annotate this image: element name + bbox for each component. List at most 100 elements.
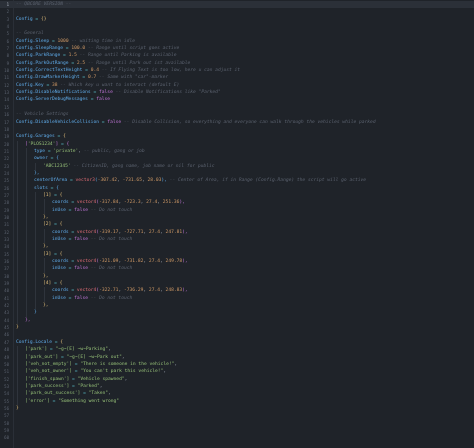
code-line[interactable]: 11 Config.DrawMarkerHeight = 0.7 -- Same … <box>0 74 474 81</box>
code-line[interactable]: 19 Config.Garages = { <box>0 133 474 140</box>
code-line[interactable]: 58 <box>0 420 474 427</box>
code-line[interactable]: 46 <box>0 331 474 338</box>
line-text: 'ABC12345' -- CitizenID, gang name, job … <box>43 163 215 170</box>
code-token: ['park_out'] <box>25 354 59 360</box>
code-line[interactable]: 36 coords = vector4(-321.09, -731.82, 27.… <box>0 258 474 266</box>
code-token: -307.42 <box>97 178 118 184</box>
code-token: }, <box>43 303 49 309</box>
indent-guide <box>26 309 27 317</box>
code-line[interactable]: 24}, <box>0 169 474 178</box>
code-line[interactable]: 51 ['veh_not_owner'] = "You can't park th… <box>0 368 474 376</box>
code-token: 27.4 <box>148 229 160 235</box>
code-token: } <box>34 310 37 316</box>
line-text: }, <box>43 273 49 280</box>
code-line[interactable]: 25 centerOfArea = vector3(-307.42, -731.6… <box>0 177 474 185</box>
code-line[interactable]: 34}, <box>0 243 474 251</box>
code-line[interactable]: 16 -- Vehicle Settings <box>0 111 474 118</box>
code-line[interactable]: 57 <box>0 412 474 419</box>
line-number: 6 <box>6 38 9 44</box>
line-text: }, <box>43 243 49 250</box>
indent-guide <box>17 213 18 222</box>
code-token: -- General <box>16 31 44 37</box>
code-line[interactable]: 6 Config.Sleep = 1000 -- waiting time in … <box>0 38 474 45</box>
code-token: = <box>49 38 58 44</box>
code-line[interactable]: 60 <box>0 434 474 441</box>
code-line[interactable]: 48 ['park'] = "~g~[E] ~w~Parking", <box>0 346 474 354</box>
code-line[interactable]: 15 <box>0 104 474 111</box>
code-line[interactable]: 54 ['park_out_success'] = "Taken", <box>0 390 474 398</box>
code-token: -- Disable Collision, so everything and … <box>121 119 376 125</box>
code-line[interactable]: 37 inUse = false -- Do not touch <box>0 265 474 273</box>
indent-guide <box>35 191 36 200</box>
code-line[interactable]: 50 ['veh_not_empty'] = "There is someone … <box>0 360 474 369</box>
code-line[interactable]: 35 [3] = { <box>0 250 474 259</box>
code-token: = <box>51 192 60 198</box>
code-token: = <box>58 354 67 360</box>
line-text: Config.ParkRange = 1.5 -- Range until Pa… <box>16 52 176 59</box>
code-line[interactable]: 23 'ABC12345' -- CitizenID, gang name, jo… <box>0 162 474 170</box>
code-line[interactable]: 3 Config = {} <box>0 16 474 23</box>
code-line[interactable]: 8 Config.ParkRange = 1.5 -- Range until P… <box>0 52 474 59</box>
code-token: Config.ServerDebugMessages <box>16 97 88 103</box>
line-text: } <box>34 309 37 316</box>
code-line[interactable]: 28 coords = vector4(-317.84, -723.3, 27.4… <box>0 199 474 207</box>
line-number: 32 <box>4 229 9 235</box>
code-line[interactable]: 40 coords = vector4(-322.71, -736.29, 27.… <box>0 287 474 295</box>
code-line[interactable]: 27 [1] = { <box>0 191 474 200</box>
code-line[interactable]: 43} <box>0 309 474 317</box>
code-line[interactable]: 56} <box>0 405 474 412</box>
line-text: coords = vector4(-321.09, -731.82, 27.4,… <box>52 258 188 265</box>
line-number: 13 <box>4 90 9 96</box>
code-token: coords <box>52 288 69 294</box>
code-token: 27.4 <box>146 200 158 206</box>
code-line[interactable]: 1 -- QBCORE VERSION -- <box>0 1 474 9</box>
code-line[interactable]: 20 ['PLOS1234'] = { <box>0 140 474 148</box>
line-text: -- QBCORE VERSION -- <box>16 1 71 8</box>
code-line[interactable]: 53 ['park_success'] = "Parked", <box>0 382 474 391</box>
code-line[interactable]: 38}, <box>0 272 474 281</box>
line-number: 34 <box>4 244 9 250</box>
code-line[interactable]: 45} <box>0 324 474 331</box>
code-line[interactable]: 47 Config.Locale = { <box>0 339 474 346</box>
code-line[interactable]: 2 <box>0 8 474 15</box>
code-line[interactable]: 39 [4] = { <box>0 280 474 288</box>
code-line[interactable]: 44}, <box>0 316 474 325</box>
code-line[interactable]: 10 Config.CorrectTextHeight = 0.4 -- If F… <box>0 67 474 74</box>
code-line[interactable]: 30}, <box>0 213 474 222</box>
indent-guide <box>44 265 45 273</box>
line-number: 8 <box>6 53 9 59</box>
code-line[interactable]: 17 Config.DisableVehicleCollision = false… <box>0 119 474 126</box>
code-line[interactable]: 52 ['finish_spawn'] = "Vehicle spawned", <box>0 375 474 383</box>
code-token: , <box>163 369 167 375</box>
code-line[interactable]: 33 inUse = false -- Do not touch <box>0 236 474 244</box>
line-number: 48 <box>4 347 9 353</box>
code-line[interactable]: 12 Config.Key = 38 -- Which key u want to… <box>0 82 474 89</box>
code-line[interactable]: 5 -- General <box>0 30 474 37</box>
code-line[interactable]: 18 <box>0 126 474 133</box>
code-line[interactable]: 14 Config.ServerDebugMessages = false <box>0 96 474 103</box>
code-editor[interactable]: 1 -- QBCORE VERSION -- 2 3 Config = {} 4 5 -- G… <box>0 0 474 448</box>
code-line[interactable]: 21 type = 'private', -- public, gang or j… <box>0 147 474 156</box>
code-token: false <box>74 207 88 213</box>
code-area[interactable]: 1 -- QBCORE VERSION -- 2 3 Config = {} 4 5 -- G… <box>0 1 474 442</box>
code-line[interactable]: 29 inUse = false -- Do not touch <box>0 206 474 214</box>
code-line[interactable]: 49 ['park_out'] = "~g~[E] ~w~Park out", <box>0 353 474 361</box>
code-line[interactable]: 26 slots = { <box>0 184 474 192</box>
code-token: 251.36 <box>162 200 180 206</box>
code-line[interactable]: 7 Config.SleepRange = 100.0 -- Range unti… <box>0 45 474 52</box>
code-token: -- Same with "car"-marker <box>96 75 169 81</box>
code-line[interactable]: 55 ['error'] = "Something went wrong" <box>0 397 474 405</box>
code-line[interactable]: 4 <box>0 23 474 30</box>
code-line[interactable]: 42}, <box>0 302 474 310</box>
code-line[interactable]: 59 <box>0 427 474 434</box>
code-line[interactable]: 31 [2] = { <box>0 221 474 229</box>
code-line[interactable]: 41 inUse = false -- Do not touch <box>0 294 474 303</box>
line-number: 22 <box>4 156 9 162</box>
code-line[interactable]: 13 Config.DisableNotifications = false --… <box>0 89 474 96</box>
code-line[interactable]: 32 coords = vector4(-319.17, -727.71, 27.… <box>0 228 474 236</box>
code-token: = <box>90 90 99 96</box>
code-line[interactable]: 22 owner = { <box>0 155 474 163</box>
line-number: 57 <box>4 413 9 419</box>
code-line[interactable]: 9 Config.ParkOutRange = 2.5 -- Range unti… <box>0 60 474 67</box>
indent-guide <box>35 258 36 266</box>
